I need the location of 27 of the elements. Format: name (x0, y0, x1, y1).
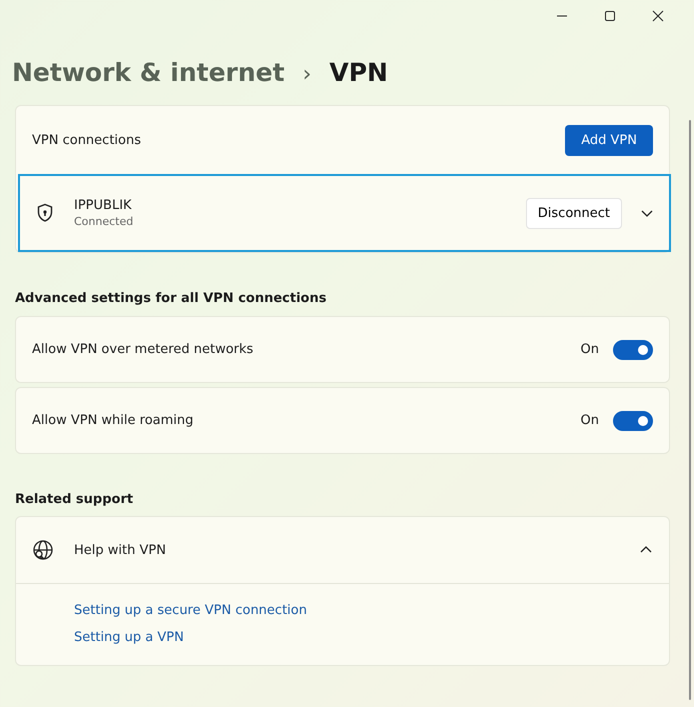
shield-icon (36, 203, 54, 223)
add-vpn-button[interactable]: Add VPN (565, 124, 653, 156)
setting-label: Allow VPN over metered networks (32, 342, 254, 357)
section-label: VPN connections (32, 132, 141, 148)
section-heading: Advanced settings for all VPN connections (15, 291, 328, 306)
toggle-switch[interactable] (613, 340, 653, 360)
section-heading: Related support (15, 492, 134, 507)
chevron-icon[interactable] (640, 208, 654, 218)
setting-label: Allow VPN while roaming (32, 413, 194, 428)
toggle-switch[interactable] (613, 410, 653, 430)
help-link[interactable]: Setting up a VPN (74, 630, 611, 645)
scrollbar[interactable] (689, 120, 691, 700)
breadcrumb-separator: › (302, 62, 312, 87)
close-icon[interactable] (652, 10, 664, 22)
connection-status: Connected (74, 215, 134, 228)
chevron-icon[interactable] (639, 545, 653, 555)
page-title: VPN (329, 58, 388, 87)
maximize-icon[interactable] (604, 10, 616, 22)
vpn-connection-row[interactable]: IPPUBLIK Connected Disconnect (18, 174, 671, 252)
help-title: Help with VPN (74, 542, 167, 558)
connection-name: IPPUBLIK (74, 198, 133, 213)
breadcrumb-parent[interactable]: Network & internet (12, 58, 285, 87)
globe-search-icon (32, 539, 54, 561)
disconnect-button[interactable]: Disconnect (526, 198, 622, 228)
help-link[interactable]: Setting up a secure VPN connection (74, 603, 611, 618)
toggle-state: On (580, 413, 599, 428)
toggle-state: On (580, 342, 599, 357)
